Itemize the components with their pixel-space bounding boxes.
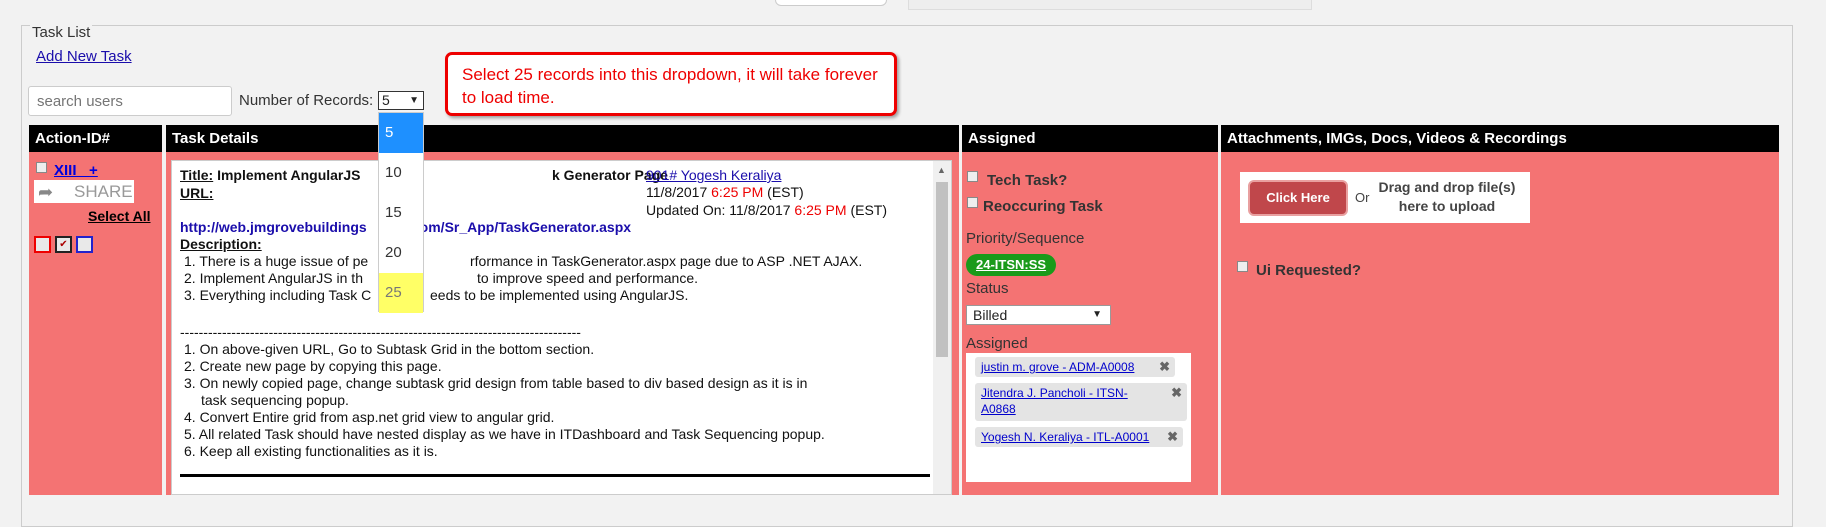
ui-requested-checkbox[interactable] [1237, 261, 1248, 272]
reoccurring-label: Reoccuring Task [983, 198, 1103, 215]
status-arrow-icon: ▼ [1092, 309, 1102, 320]
share-label: SHARE [74, 182, 133, 201]
select-all-link[interactable]: Select All [88, 208, 151, 224]
search-users-input[interactable] [28, 86, 232, 116]
task-details-panel[interactable]: Title: Implement AngularJS k Generator P… [171, 160, 952, 495]
description-label: Description: [180, 236, 262, 252]
file-upload-zone[interactable]: Click Here Or Drag and drop file(s) here… [1240, 172, 1530, 223]
task-url-link-start[interactable]: http://web.jmgrovebuildings [180, 219, 367, 235]
remove-assignee-icon[interactable]: ✖ [1167, 429, 1178, 445]
reoccurring-checkbox[interactable] [967, 197, 978, 208]
drag-drop-text: Drag and drop file(s) here to upload [1378, 179, 1516, 214]
assignee-chip[interactable]: Yogesh N. Keraliya - ITL-A0001 ✖ [975, 427, 1183, 447]
separator-line: ----------------------------------------… [180, 324, 581, 340]
header-action-id: Action-ID# [29, 125, 162, 152]
description-line-3: 3. Everything including Task C [184, 287, 372, 303]
status-value: Billed [973, 307, 1008, 323]
number-of-records-label: Number of Records: [239, 92, 374, 109]
annotation-callout: Select 25 records into this dropdown, it… [445, 52, 897, 116]
records-option-5[interactable]: 5 [379, 113, 423, 153]
step-3: 3. On newly copied page, change subtask … [184, 375, 808, 391]
priority-label: Priority/Sequence [966, 230, 1085, 247]
header-assigned: Assigned [962, 125, 1218, 152]
remove-assignee-icon[interactable]: ✖ [1171, 385, 1182, 401]
assignee-chip[interactable]: justin m. grove - ADM-A0008 ✖ [975, 357, 1175, 377]
records-option-10[interactable]: 10 [379, 153, 423, 193]
description-line-1: 1. There is a huge issue of pe [184, 253, 369, 269]
records-option-20[interactable]: 20 [379, 233, 423, 273]
click-here-button[interactable]: Click Here [1248, 180, 1348, 216]
number-of-records-select[interactable]: 5 ▼ [378, 91, 424, 110]
or-label: Or [1355, 190, 1370, 205]
records-option-15[interactable]: 15 [379, 193, 423, 233]
task-id-plus: + [89, 162, 98, 179]
number-of-records-dropdown[interactable]: 5 10 15 20 25 [378, 112, 424, 313]
task-list-legend: Task List [30, 24, 93, 41]
task-title: Title: Implement AngularJS [180, 167, 361, 183]
task-id-link[interactable]: XIII + [54, 162, 98, 179]
share-button[interactable]: ➦ SHARE [34, 180, 134, 203]
assignee-list[interactable]: justin m. grove - ADM-A0008 ✖ Jitendra J.… [966, 353, 1191, 482]
status-select[interactable]: Billed ▼ [966, 305, 1111, 325]
status-label: Status [966, 280, 1009, 297]
step-6: 6. Keep all existing functionalities as … [184, 443, 438, 459]
created-on: 11/8/2017 6:25 PM (EST) [646, 184, 804, 200]
mini-checkbox-black[interactable]: ✔ [55, 236, 72, 253]
mini-checkbox-red[interactable] [34, 236, 51, 253]
remove-assignee-icon[interactable]: ✖ [1159, 359, 1170, 375]
priority-badge[interactable]: 24-ITSN:SS [966, 254, 1057, 276]
tech-task-label: Tech Task? [987, 172, 1068, 189]
scroll-up-icon[interactable]: ▲ [937, 165, 946, 175]
ui-requested-label: Ui Requested? [1256, 262, 1362, 279]
dropdown-arrow-icon: ▼ [409, 95, 419, 106]
step-1: 1. On above-given URL, Go to Subtask Gri… [184, 341, 595, 357]
step-5: 5. All related Task should have nested d… [184, 426, 825, 442]
owner-link[interactable]: 901# Yogesh Keraliya [646, 167, 781, 183]
add-new-task-link[interactable]: Add New Task [36, 48, 132, 65]
task-url-link-end[interactable]: .com/Sr_App/TaskGenerator.aspx [408, 219, 631, 235]
tech-task-checkbox[interactable] [967, 171, 978, 182]
details-scrollbar[interactable]: ▲ [933, 161, 951, 494]
records-option-25[interactable]: 25 [379, 273, 423, 313]
number-of-records-value: 5 [382, 92, 390, 108]
step-3-cont: task sequencing popup. [201, 392, 349, 408]
share-arrow-icon: ➦ [38, 182, 54, 202]
step-2: 2. Create new page by copying this page. [184, 358, 442, 374]
row-checkbox[interactable] [36, 162, 47, 173]
description-line-2: 2. Implement AngularJS in th [184, 270, 363, 286]
mini-checkbox-blue[interactable] [76, 236, 93, 253]
top-input-fragment[interactable] [908, 0, 1312, 10]
task-id-text: XIII [54, 162, 77, 179]
assignee-chip[interactable]: Jitendra J. Pancholi - ITSN-A0868 ✖ [975, 383, 1187, 421]
top-button-fragment[interactable] [775, 0, 887, 6]
url-label: URL: [180, 185, 214, 201]
details-bottom-rule [180, 474, 930, 477]
step-4: 4. Convert Entire grid from asp.net grid… [184, 409, 555, 425]
updated-on: Updated On: 11/8/2017 6:25 PM (EST) [646, 202, 888, 218]
description-line-3-tail: eeds to be implemented using AngularJS. [430, 287, 689, 303]
header-task-details: Task Details [166, 125, 959, 152]
assigned-users-label: Assigned [966, 335, 1028, 352]
header-attachments: Attachments, IMGs, Docs, Videos & Record… [1221, 125, 1779, 152]
description-line-1-tail: rformance in TaskGenerator.aspx page due… [470, 253, 863, 269]
description-line-2-tail: to improve speed and performance. [477, 270, 699, 286]
scrollbar-thumb[interactable] [936, 182, 948, 357]
